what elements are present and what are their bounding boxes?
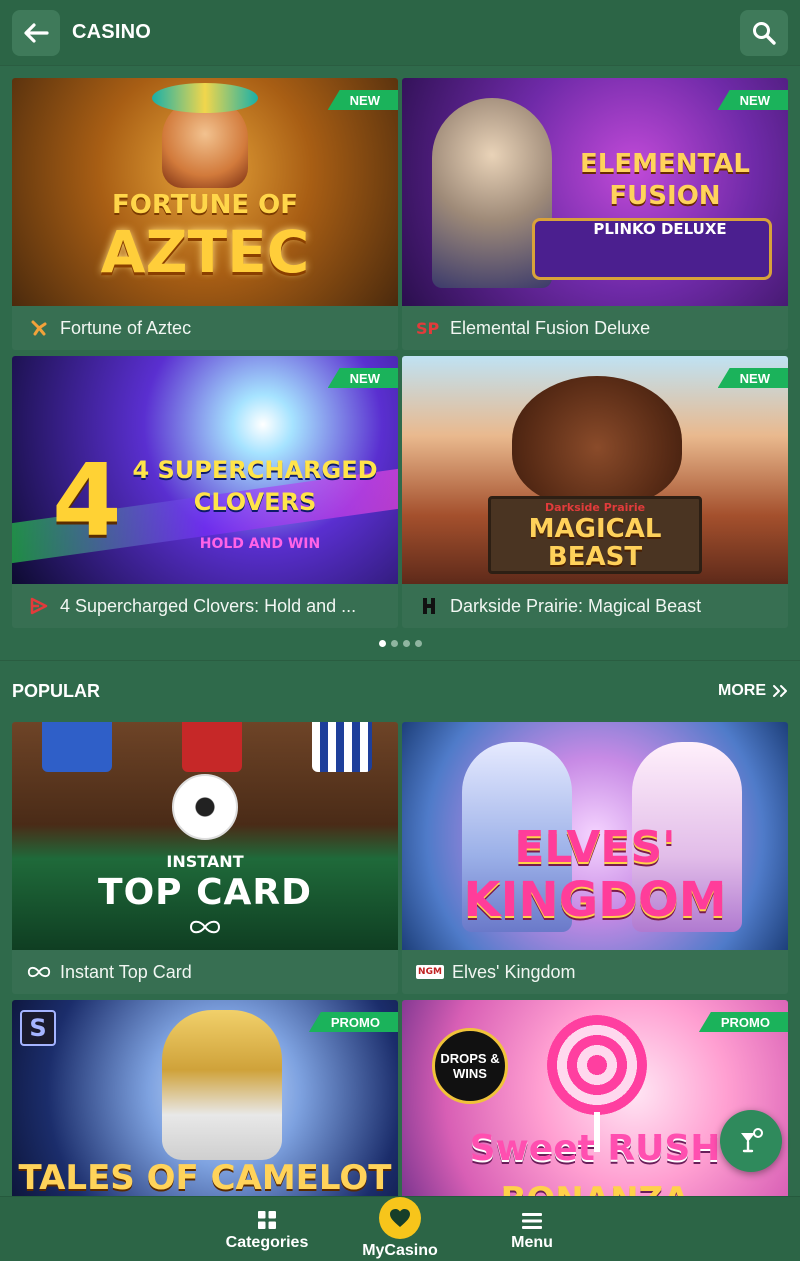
nav-categories[interactable]: Categories [222, 1197, 312, 1261]
provider-logo-icon [26, 596, 52, 616]
more-label: MORE [718, 682, 766, 699]
game-art-title-line1: MAGICAL [528, 514, 662, 544]
game-art-title-line1: TALES OF CAMELOT [18, 1158, 392, 1198]
game-name: Elves' Kingdom [452, 961, 576, 982]
top-bar: CASINO [0, 0, 800, 66]
provider-logo-icon [416, 596, 442, 616]
new-badge: NEW [717, 90, 788, 110]
game-thumbnail[interactable]: ELEMENTAL FUSION PLINKO DELUXE NEW [402, 78, 788, 306]
game-caption: Fortune of Aztec [12, 306, 398, 350]
game-caption: Instant Top Card [12, 950, 398, 994]
search-button[interactable] [740, 9, 788, 56]
promo-badge: PROMO [698, 1012, 788, 1032]
game-caption: Darkside Prairie: Magical Beast [402, 584, 788, 628]
double-chevron-right-icon [773, 685, 787, 697]
game-art-title-line1: Sweet RUSH [469, 1128, 721, 1169]
nav-label: Categories [225, 1234, 309, 1251]
game-thumbnail[interactable]: ELVES' KINGDOM [402, 722, 788, 950]
game-art-title-line2: BEAST [547, 542, 643, 572]
carousel-dot[interactable] [378, 640, 386, 647]
more-link[interactable]: MORE [718, 682, 788, 700]
provider-logo-icon: NGM [416, 965, 444, 979]
nav-label: Menu [511, 1234, 553, 1251]
section-title: POPULAR [12, 680, 101, 701]
game-art-title-line2: PLINKO DELUXE [593, 220, 727, 238]
carousel-dot[interactable] [414, 640, 422, 647]
game-card-4-supercharged-clovers[interactable]: 4 4 SUPERCHARGED CLOVERS HOLD AND WIN NE… [12, 356, 398, 628]
floating-action-button[interactable] [720, 1110, 782, 1172]
lollipop-icon [547, 1015, 647, 1115]
drops-and-wins-badge: DROPS & WINS [432, 1028, 508, 1104]
nav-menu[interactable]: Menu [492, 1197, 572, 1261]
back-button[interactable] [12, 9, 60, 56]
game-art-title-line1: ELVES' [514, 822, 676, 873]
hamburger-menu-icon [522, 1213, 542, 1229]
section-divider [0, 660, 800, 661]
popular-games-grid: INSTANT TOP CARD Instant Top Card ELVES'… [12, 722, 788, 1261]
search-icon [753, 21, 776, 45]
game-art-title-line2: KINGDOM [463, 872, 727, 928]
popular-section-header: POPULAR MORE [12, 676, 788, 706]
cocktail-glass-icon [741, 1128, 763, 1153]
game-name: Instant Top Card [60, 961, 192, 982]
game-thumbnail[interactable]: INSTANT TOP CARD [12, 722, 398, 950]
game-caption: 4 Supercharged Clovers: Hold and ... [12, 584, 398, 628]
game-caption: SP Elemental Fusion Deluxe [402, 306, 788, 350]
infinity-logo-icon [189, 920, 221, 934]
new-badge: NEW [717, 368, 788, 388]
game-art-title-line1: INSTANT [166, 852, 244, 871]
promo-badge: PROMO [308, 1012, 398, 1032]
provider-logo-icon [26, 318, 52, 338]
game-art-title-line2: HOLD AND WIN [199, 536, 321, 552]
heart-icon-circle [379, 1197, 421, 1239]
heart-icon [390, 1209, 410, 1227]
game-name: Darkside Prairie: Magical Beast [450, 595, 702, 616]
game-thumbnail[interactable]: Darkside Prairie MAGICAL BEAST NEW [402, 356, 788, 584]
game-card-elemental-fusion-deluxe[interactable]: ELEMENTAL FUSION PLINKO DELUXE NEW SP El… [402, 78, 788, 350]
nav-mycasino[interactable]: MyCasino [352, 1197, 448, 1261]
carousel-dot[interactable] [390, 640, 398, 647]
game-art-title-line1: FORTUNE OF [112, 190, 298, 220]
game-art-title-line1: 4 SUPERCHARGED CLOVERS [132, 456, 378, 516]
game-thumbnail[interactable]: FORTUNE OF AZTEC NEW [12, 78, 398, 306]
game-art-title-line1: ELEMENTAL FUSION [580, 149, 750, 211]
provider-logo-icon: SP [416, 318, 442, 338]
game-art-title-line2: AZTEC [100, 218, 310, 286]
page-title: CASINO [72, 21, 151, 43]
game-card-darkside-prairie-magical-beast[interactable]: Darkside Prairie MAGICAL BEAST NEW Darks… [402, 356, 788, 628]
game-art-title-line2: TOP CARD [98, 872, 312, 913]
game-name: Elemental Fusion Deluxe [450, 317, 651, 338]
game-name: Fortune of Aztec [60, 317, 192, 338]
svg-text:SP: SP [416, 319, 440, 337]
new-badge: NEW [327, 90, 398, 110]
new-badge: NEW [327, 368, 398, 388]
provider-s-logo-icon: S [20, 1010, 56, 1046]
provider-logo-icon [26, 962, 52, 982]
grid-icon [258, 1211, 276, 1229]
bottom-navigation: Categories MyCasino Menu [0, 1196, 800, 1261]
arrow-left-icon [24, 22, 49, 43]
carousel-dot[interactable] [402, 640, 410, 647]
game-name: 4 Supercharged Clovers: Hold and ... [60, 595, 357, 616]
carousel-pagination [0, 640, 800, 647]
game-thumbnail[interactable]: 4 4 SUPERCHARGED CLOVERS HOLD AND WIN NE… [12, 356, 398, 584]
game-caption: NGM Elves' Kingdom [402, 950, 788, 994]
nav-label: MyCasino [362, 1242, 438, 1259]
game-card-fortune-of-aztec[interactable]: FORTUNE OF AZTEC NEW Fortune of Aztec [12, 78, 398, 350]
game-thumbnail[interactable]: DROPS & WINS Sweet RUSH BONANZA PROMO [402, 1000, 788, 1228]
game-art-title-line0: Darkside Prairie [544, 501, 646, 514]
soccer-ball-icon [172, 774, 238, 840]
game-card-elves-kingdom[interactable]: ELVES' KINGDOM NGM Elves' Kingdom [402, 722, 788, 994]
game-thumbnail[interactable]: S TALES OF CAMELOT PROMO [12, 1000, 398, 1228]
game-card-instant-top-card[interactable]: INSTANT TOP CARD Instant Top Card [12, 722, 398, 994]
featured-games-grid: FORTUNE OF AZTEC NEW Fortune of Aztec EL… [12, 78, 788, 628]
